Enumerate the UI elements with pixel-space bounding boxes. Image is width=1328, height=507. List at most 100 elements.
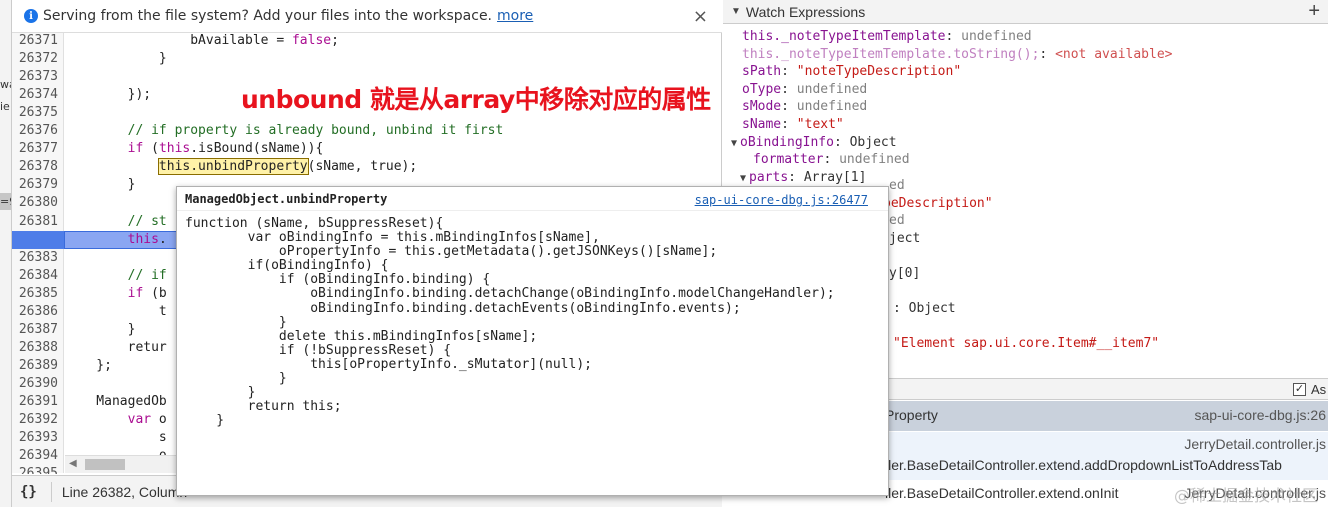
- async-label: As: [1311, 382, 1327, 397]
- line-number[interactable]: 26385: [12, 286, 60, 301]
- line-number[interactable]: 26379: [12, 177, 60, 192]
- source-location-link[interactable]: sap-ui-core-dbg.js:26477: [695, 193, 868, 207]
- line-number[interactable]: 26380: [12, 195, 60, 210]
- popover-title: ManagedObject.unbindProperty: [185, 191, 388, 206]
- pretty-print-icon[interactable]: {}: [20, 484, 37, 500]
- popover-code: function (sName, bSuppressReset){ var oB…: [185, 216, 835, 429]
- watch-expression-partial[interactable]: ed: [889, 213, 905, 230]
- line-number[interactable]: 26386: [12, 304, 60, 319]
- code-line: // if: [65, 267, 167, 283]
- watch-key: this._noteTypeItemTemplate.toString();: [742, 46, 1040, 62]
- code-line: // st: [65, 213, 167, 229]
- watch-key: sName: [742, 117, 782, 132]
- line-number[interactable]: 26371: [12, 33, 60, 48]
- expand-triangle-icon[interactable]: ▼: [740, 173, 746, 184]
- info-icon: i: [24, 9, 38, 23]
- code-line: s: [65, 430, 167, 446]
- workspace-infobar: i Serving from the file system? Add your…: [12, 0, 722, 33]
- function-preview-popover: ManagedObject.unbindProperty sap-ui-core…: [176, 186, 889, 496]
- watch-value: undefined: [796, 99, 868, 115]
- code-line: }: [65, 177, 136, 193]
- watch-value: undefined: [839, 152, 910, 168]
- watch-expression-partial[interactable]: "Element sap.ui.core.Item#__item7": [893, 336, 1159, 353]
- line-number[interactable]: 26390: [12, 376, 60, 391]
- async-checkbox[interactable]: ✓: [1293, 383, 1306, 396]
- line-number[interactable]: 26383: [12, 250, 60, 265]
- watermark: @稀土掘金技术社区: [1173, 486, 1318, 505]
- call-frame-name: ller.BaseDetailController.extend.onInit: [885, 485, 1119, 501]
- line-number[interactable]: 26378: [12, 159, 60, 174]
- watch-expression[interactable]: oType: undefined: [742, 82, 867, 99]
- watch-expression-partial[interactable]: y[0]: [889, 266, 920, 283]
- watch-expression-partial[interactable]: ject: [889, 231, 920, 248]
- hovered-expression[interactable]: this.unbindProperty: [157, 158, 309, 176]
- watch-expression[interactable]: formatter: undefined: [753, 152, 910, 169]
- line-number[interactable]: 26374: [12, 87, 60, 102]
- watch-expression-partial[interactable]: ed: [889, 178, 905, 195]
- code-line: t: [65, 303, 167, 319]
- watch-expression[interactable]: ▼ parts: Array[1]: [740, 170, 866, 187]
- watch-key: oType: [742, 81, 782, 97]
- watch-expression-partial[interactable]: peDescription": [883, 196, 993, 213]
- code-line: }: [65, 321, 136, 337]
- line-number[interactable]: 26372: [12, 51, 60, 66]
- watch-expression[interactable]: ▼ oBindingInfo: Object: [731, 135, 897, 152]
- watch-expression[interactable]: sPath: "noteTypeDescription": [742, 64, 961, 81]
- line-number[interactable]: 26393: [12, 430, 60, 445]
- watch-value: "noteTypeDescription": [796, 64, 962, 80]
- line-number[interactable]: 26377: [12, 141, 60, 156]
- watch-expression-partial[interactable]: : Object: [893, 301, 956, 318]
- scroll-left-icon[interactable]: ◀: [69, 458, 77, 469]
- call-frame-name: ller.BaseDetailController.extend.addDrop…: [885, 457, 1282, 473]
- red-annotation-text: unbound 就是从array中移除对应的属性: [241, 85, 711, 114]
- watch-value: Array[1]: [803, 169, 867, 185]
- line-number[interactable]: 26376: [12, 123, 60, 138]
- scrollbar-thumb[interactable]: [85, 459, 125, 470]
- watch-expression[interactable]: this._noteTypeItemTemplate.toString();: …: [742, 47, 1172, 64]
- line-number[interactable]: 26389: [12, 358, 60, 373]
- left-fragment: ie: [0, 100, 10, 113]
- infobar-message: Serving from the file system? Add your f…: [43, 8, 493, 24]
- line-number[interactable]: 26395: [12, 466, 60, 474]
- code-line: };: [65, 357, 112, 373]
- execution-line-marker[interactable]: [12, 231, 64, 249]
- call-frame-location: JerryDetail.controller.js: [1184, 436, 1326, 452]
- code-line: var o: [127, 412, 167, 428]
- infobar-more-link[interactable]: more: [497, 8, 533, 24]
- code-line: retur: [65, 339, 167, 355]
- line-number[interactable]: 26392: [12, 412, 60, 427]
- line-number[interactable]: 26384: [12, 268, 60, 283]
- code-line: ManagedOb: [65, 394, 167, 409]
- left-panel-sliver: wa ie =9: [0, 0, 12, 507]
- line-number[interactable]: 26375: [12, 105, 60, 120]
- watch-value: undefined: [961, 29, 1032, 44]
- watch-key: sPath: [742, 64, 782, 80]
- watch-key: this._noteTypeItemTemplate: [742, 29, 946, 44]
- watch-value: <not available>: [1055, 46, 1173, 62]
- code-line: if (this.isBound(sName)){: [127, 141, 324, 157]
- line-number[interactable]: 26381: [12, 214, 60, 229]
- add-watch-icon[interactable]: +: [1308, 0, 1320, 23]
- line-number[interactable]: 26394: [12, 448, 60, 463]
- expand-triangle-icon[interactable]: ▼: [731, 6, 741, 17]
- line-number-gutter: 26371 26372 26373 26374 26375 26376 26377 26378…: [12, 33, 64, 474]
- watch-key: parts: [749, 169, 789, 185]
- statusbar-divider: [50, 481, 52, 502]
- left-fragment: wa: [0, 78, 11, 91]
- expand-triangle-icon[interactable]: ▼: [731, 138, 737, 149]
- watch-expression[interactable]: this._noteTypeItemTemplate: undefined: [742, 29, 1032, 46]
- line-number[interactable]: 26373: [12, 69, 60, 84]
- watch-expressions-header[interactable]: ▼ Watch Expressions +: [723, 0, 1328, 24]
- line-number[interactable]: 26387: [12, 322, 60, 337]
- close-icon[interactable]: ×: [693, 6, 708, 27]
- watch-expression[interactable]: sName: "text": [742, 117, 844, 134]
- watch-key: sMode: [742, 99, 782, 115]
- line-number[interactable]: 26388: [12, 340, 60, 355]
- watch-key: formatter: [753, 152, 824, 168]
- line-number[interactable]: 26391: [12, 394, 60, 409]
- watch-expression[interactable]: sMode: undefined: [742, 99, 867, 116]
- watch-value: undefined: [796, 81, 868, 97]
- watch-value: "text": [796, 117, 844, 132]
- watch-key: oBindingInfo: [740, 134, 834, 150]
- code-line: this.: [127, 231, 167, 247]
